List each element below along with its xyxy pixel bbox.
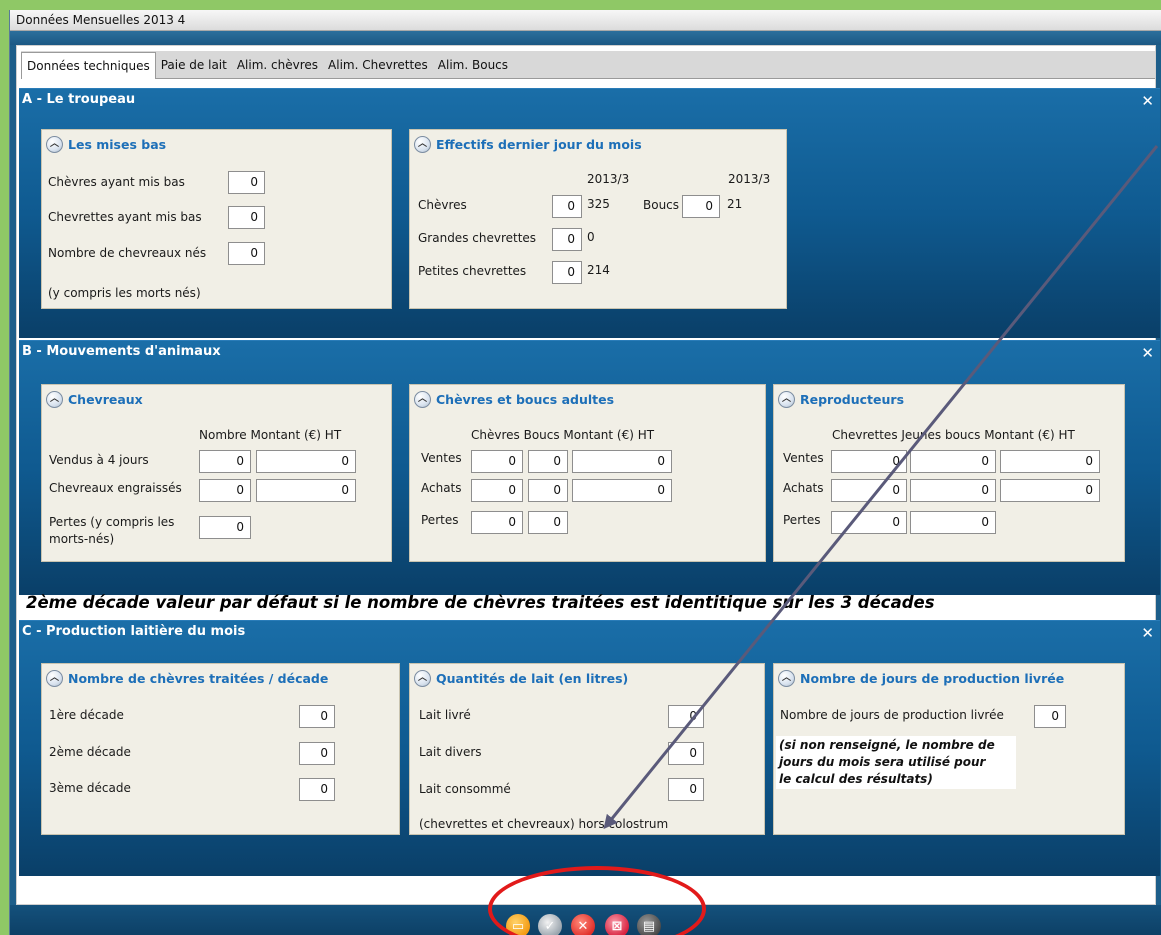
annotation-arrow	[603, 145, 1159, 830]
